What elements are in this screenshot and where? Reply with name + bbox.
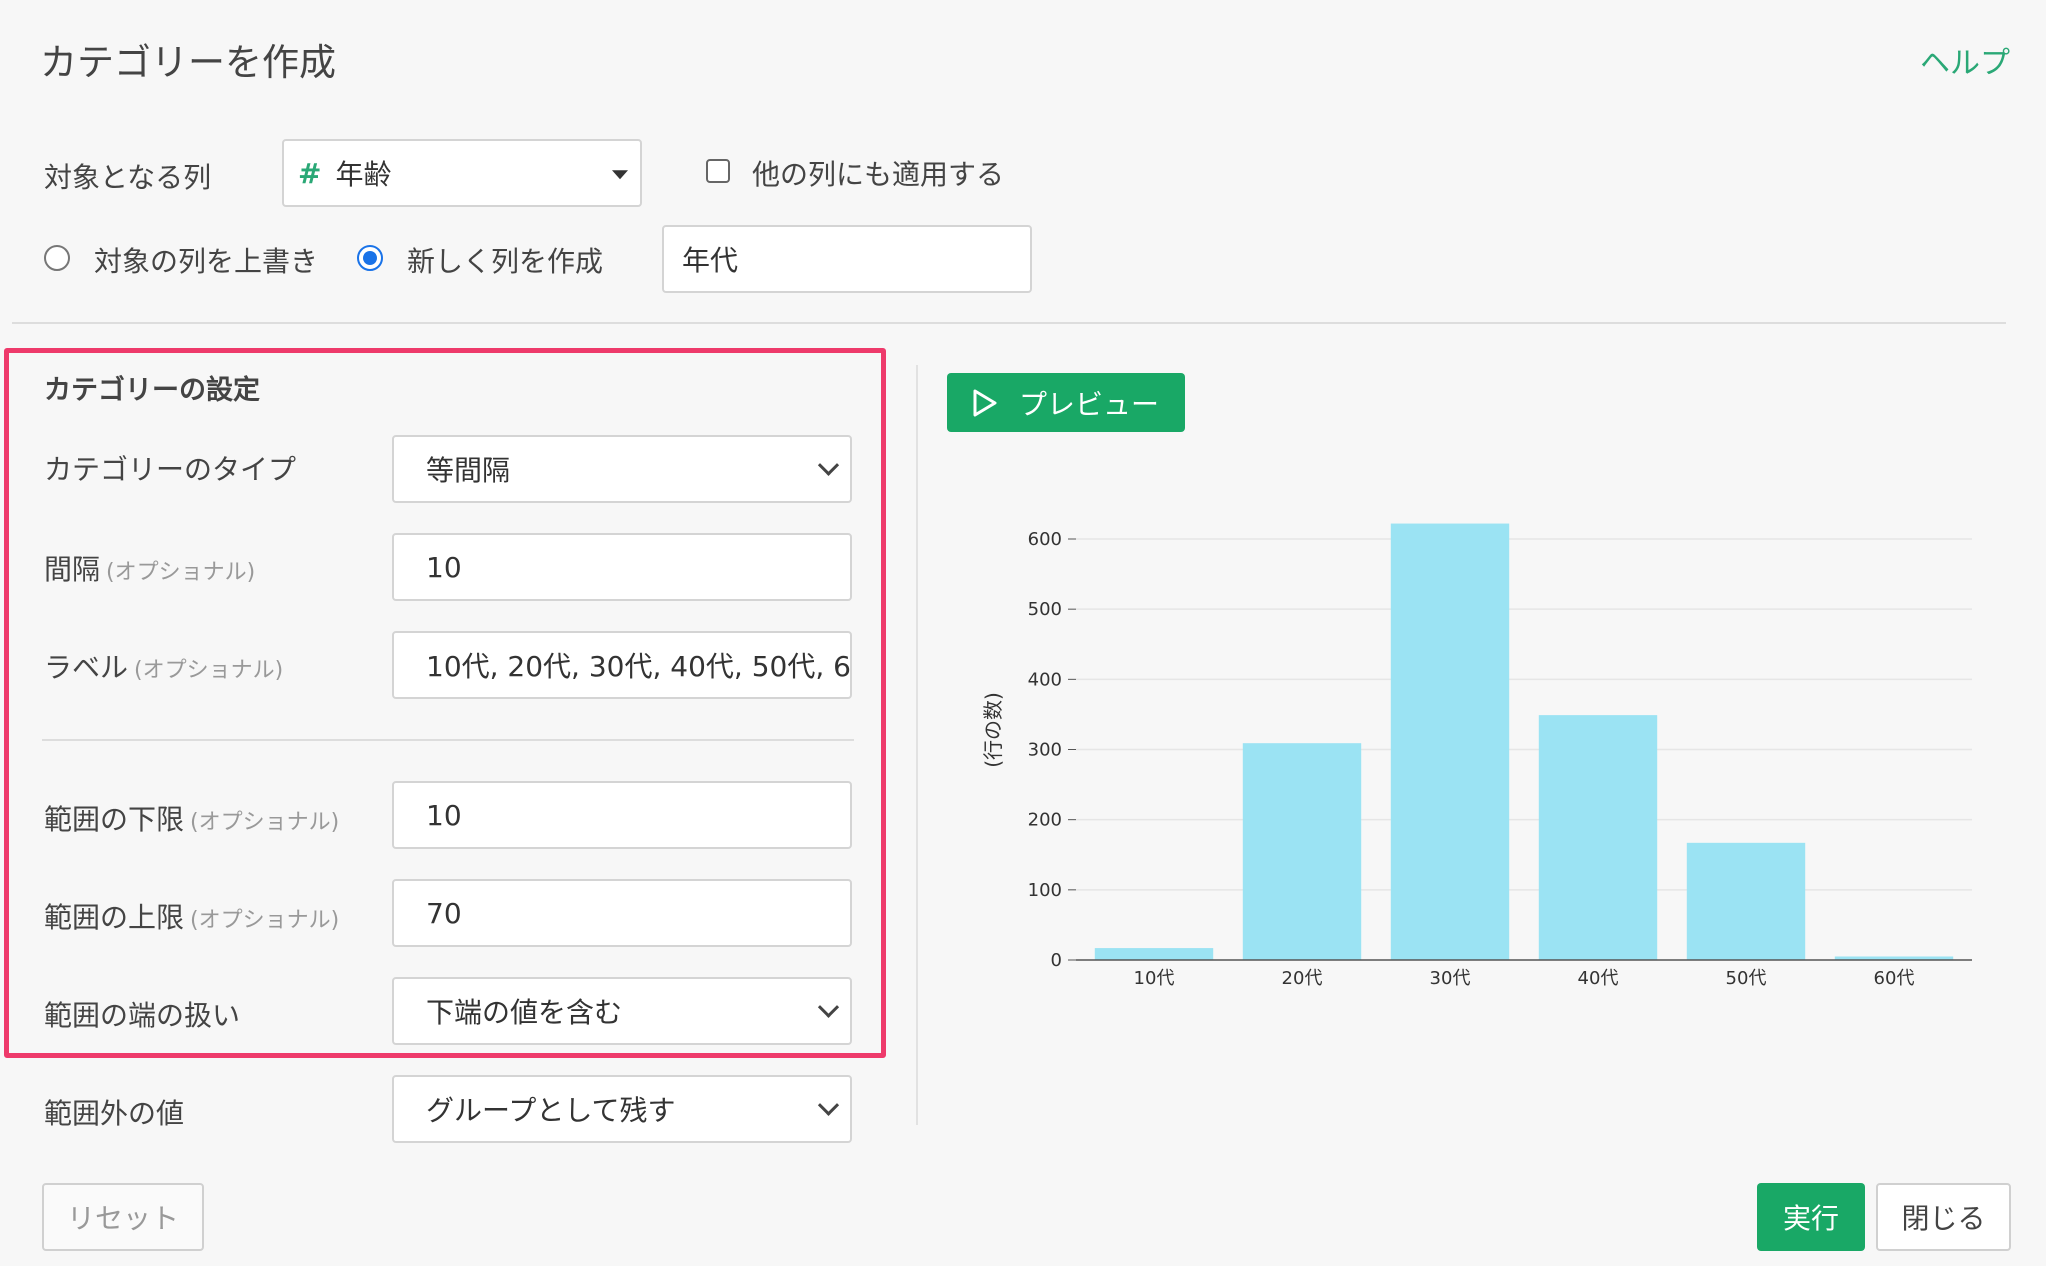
y-tick-label: 0 (1051, 950, 1062, 971)
run-button[interactable]: 実行 (1757, 1183, 1865, 1251)
target-column-select[interactable]: # 年齢 (282, 139, 642, 207)
x-tick-label: 50代 (1726, 968, 1767, 989)
chart-y-ticks: 0 100 200 300 400 500 600 (1028, 529, 1076, 971)
category-type-label: カテゴリーのタイプ (44, 453, 297, 486)
apply-other-columns-checkbox[interactable] (706, 159, 730, 183)
target-column-value: 年齢 (335, 158, 392, 191)
upper-bound-label-text: 範囲の上限 (44, 901, 185, 934)
play-icon (973, 389, 997, 416)
lower-bound-label-text: 範囲の下限 (44, 803, 185, 836)
chevron-down-icon (817, 1094, 840, 1116)
dialog-title: カテゴリーを作成 (40, 41, 336, 84)
preview-chart: 0 100 200 300 400 500 600 10代 20代 30代 40代 50代 60代 (… (981, 523, 1972, 989)
overwrite-label: 対象の列を上書き (94, 245, 319, 278)
new-column-name-input[interactable]: 年代 (662, 225, 1032, 293)
interval-optional: (オプショナル) (106, 560, 256, 585)
y-tick-label: 600 (1028, 529, 1062, 550)
chevron-down-icon (817, 454, 840, 476)
overwrite-radio[interactable] (44, 245, 70, 271)
bar-30代 (1390, 523, 1510, 960)
y-tick-label: 500 (1028, 599, 1062, 620)
y-tick-label: 300 (1028, 740, 1062, 761)
upper-bound-input[interactable]: 70 (392, 879, 852, 947)
apply-other-columns-label: 他の列にも適用する (752, 158, 1005, 191)
number-type-icon: # (298, 156, 322, 190)
chart-bars (1094, 523, 1954, 960)
lower-bound-label: 範囲の下限 (オプショナル) (44, 798, 339, 838)
help-link[interactable]: ヘルプ (1920, 38, 2010, 82)
interval-label-text: 間隔 (44, 553, 101, 586)
x-tick-label: 10代 (1134, 968, 1175, 989)
lower-bound-optional: (オプショナル) (190, 810, 340, 835)
x-tick-label: 30代 (1430, 968, 1471, 989)
upper-bound-label: 範囲の上限 (オプショナル) (44, 896, 339, 936)
category-type-value: 等間隔 (426, 454, 511, 487)
bar-40代 (1538, 715, 1658, 960)
upper-bound-optional: (オプショナル) (190, 908, 340, 933)
labels-input[interactable]: 10代, 20代, 30代, 40代, 50代, 60代 (392, 631, 852, 699)
edge-handling-value: 下端の値を含む (426, 996, 623, 1029)
dropdown-caret-icon (612, 170, 628, 180)
settings-divider (42, 739, 854, 741)
new-column-radio[interactable] (357, 245, 383, 271)
bar-10代 (1094, 948, 1214, 960)
target-column-label: 対象となる列 (44, 161, 212, 194)
outside-values-value: グループとして残す (426, 1094, 676, 1127)
y-tick-label: 200 (1028, 810, 1062, 831)
panel-divider (916, 365, 918, 1125)
bar-20代 (1242, 743, 1362, 960)
chart-x-ticks: 10代 20代 30代 40代 50代 60代 (1134, 968, 1915, 989)
new-column-label: 新しく列を作成 (407, 245, 604, 278)
y-axis-label: (行の数) (981, 692, 1005, 768)
x-tick-label: 60代 (1874, 968, 1915, 989)
preview-button[interactable]: プレビュー (947, 373, 1185, 432)
label-field-optional: (オプショナル) (134, 658, 284, 683)
category-type-select[interactable]: 等間隔 (392, 435, 852, 503)
lower-bound-input[interactable]: 10 (392, 781, 852, 849)
outside-values-label: 範囲外の値 (44, 1097, 185, 1130)
label-field-label-text: ラベル (44, 651, 129, 684)
y-tick-label: 100 (1028, 880, 1062, 901)
x-tick-label: 20代 (1282, 968, 1323, 989)
y-tick-label: 400 (1028, 669, 1062, 690)
outside-values-select[interactable]: グループとして残す (392, 1075, 852, 1143)
chart-grid (1076, 538, 1972, 891)
edge-handling-label: 範囲の端の扱い (44, 999, 241, 1032)
preview-button-label: プレビュー (1019, 387, 1160, 421)
reset-button[interactable]: リセット (42, 1183, 204, 1251)
x-tick-label: 40代 (1578, 968, 1619, 989)
bar-50代 (1686, 842, 1806, 960)
section-divider (12, 322, 2006, 324)
category-settings-title: カテゴリーの設定 (44, 375, 260, 406)
edge-handling-select[interactable]: 下端の値を含む (392, 977, 852, 1045)
label-field-label: ラベル (オプショナル) (44, 646, 283, 686)
interval-label: 間隔 (オプショナル) (44, 548, 255, 588)
close-button[interactable]: 閉じる (1876, 1183, 2011, 1251)
interval-input[interactable]: 10 (392, 533, 852, 601)
chevron-down-icon (817, 996, 840, 1018)
